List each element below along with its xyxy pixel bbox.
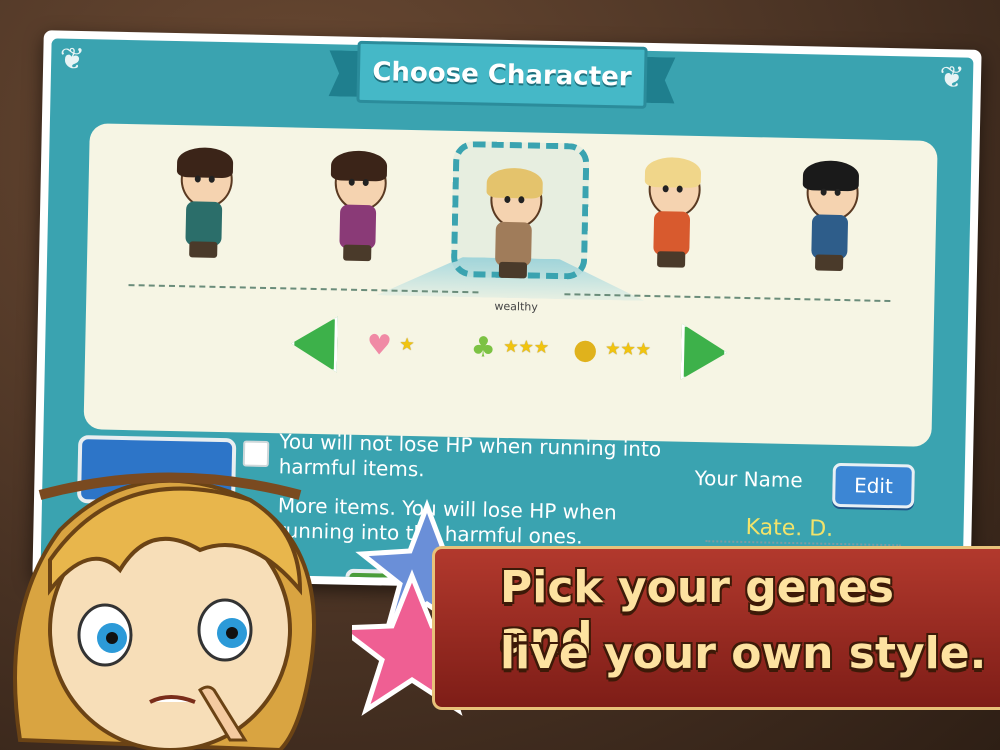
dialog-title: Choose Character	[356, 40, 648, 109]
star-icon: ★	[399, 334, 415, 356]
character-glasses-man[interactable]	[799, 160, 861, 275]
star-icon: ★	[503, 336, 519, 358]
character-carousel: wealthy ♥ ★ ♣ ★★★ ● ★★★	[83, 123, 938, 447]
character-blond-businessman[interactable]	[483, 167, 545, 283]
stat-coins: ● ★★★	[567, 331, 652, 367]
your-name-label: Your Name	[694, 465, 803, 493]
arrow-right-icon	[681, 324, 728, 381]
money-bag-icon: ♣	[470, 329, 497, 364]
arrow-left-icon	[291, 315, 338, 372]
promo-line-2: live your own style.	[500, 628, 987, 679]
next-character-button[interactable]	[681, 324, 728, 381]
ornament-top-right-icon: ❦	[939, 60, 965, 96]
character-curly-hair-man[interactable]	[173, 147, 235, 262]
star-icon: ★	[518, 337, 535, 358]
stat-wealth: ♣ ★★★	[465, 329, 549, 365]
stat-health: ♥ ★	[361, 327, 415, 362]
ornament-top-left-icon: ❦	[59, 41, 86, 78]
star-icon: ★	[620, 339, 636, 360]
selected-trait-label: wealthy	[494, 299, 538, 314]
coin-icon: ●	[572, 331, 598, 366]
edit-name-button[interactable]: Edit	[832, 462, 915, 509]
star-icon: ★	[533, 337, 550, 358]
star-icon: ★	[605, 339, 621, 360]
title-ribbon: Choose Character	[328, 34, 675, 115]
character-ponytail-woman[interactable]	[327, 150, 389, 265]
character-blonde-woman[interactable]	[641, 156, 703, 272]
star-icon: ★	[635, 339, 652, 361]
heart-icon: ♥	[366, 327, 393, 362]
previous-character-button[interactable]	[291, 315, 338, 372]
promo-banner: Pick your genes and live your own style.	[352, 498, 1000, 722]
